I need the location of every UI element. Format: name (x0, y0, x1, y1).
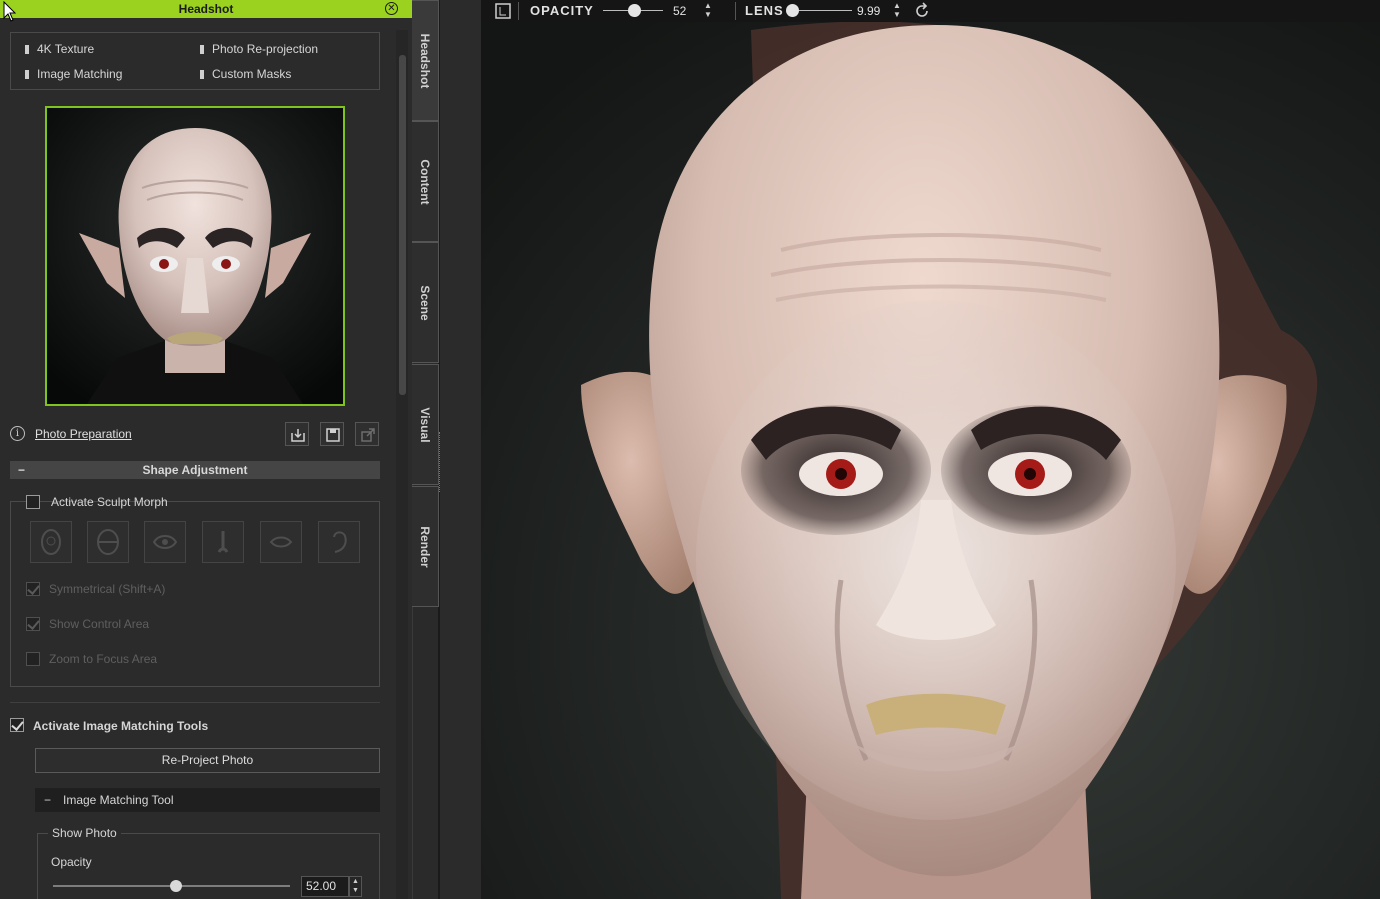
viewport-lens-label: LENS (745, 3, 784, 18)
feature-custom-masks: Custom Masks (200, 67, 291, 81)
character-thumbnail (47, 108, 343, 404)
3d-viewport[interactable] (481, 0, 1380, 899)
tab-label: Content (418, 158, 432, 205)
zoom-to-focus-checkbox[interactable] (26, 652, 40, 666)
mouth-icon (269, 536, 293, 548)
viewport-opacity-spinner-icon[interactable]: ▲ ▼ (704, 1, 712, 19)
feature-4k-texture: 4K Texture (25, 42, 94, 56)
viewport-opacity-value: 52 (673, 4, 687, 18)
close-icon[interactable]: ✕ (385, 2, 398, 15)
viewport-toolbar: OPACITY 52 ▲ ▼ LENS 9.99 ▲ ▼ (481, 0, 1380, 22)
show-control-area-label: Show Control Area (49, 617, 150, 631)
viewport-opacity-label: OPACITY (530, 3, 594, 18)
save-icon (326, 428, 340, 442)
symmetrical-checkbox[interactable] (26, 582, 40, 596)
viewport-mode-icon[interactable] (494, 2, 512, 20)
activate-image-matching-label: Activate Image Matching Tools (33, 719, 209, 733)
ear-icon (333, 531, 347, 553)
reproject-photo-button[interactable]: Re-Project Photo (35, 748, 380, 773)
feature-label: Custom Masks (212, 67, 292, 81)
show-photo-label: Show Photo (48, 826, 121, 840)
feature-list (10, 32, 380, 90)
viewport-lens-thumb[interactable] (786, 4, 799, 17)
activate-sculpt-morph-label: Activate Sculpt Morph (51, 495, 168, 509)
info-icon[interactable]: i (10, 426, 25, 441)
ear-morph-button[interactable] (318, 521, 360, 563)
toolbar-separator (735, 2, 736, 20)
load-photo-button[interactable] (285, 422, 309, 446)
bullet-icon (200, 70, 204, 79)
feature-label: Photo Re-projection (212, 42, 319, 56)
panel-titlebar: Headshot ✕ (0, 0, 412, 18)
tab-headshot[interactable]: Headshot (412, 0, 439, 121)
show-control-area-checkbox[interactable] (26, 617, 40, 631)
reset-icon[interactable] (913, 2, 931, 20)
tab-content[interactable]: Content (412, 121, 439, 242)
zoom-to-focus-label: Zoom to Focus Area (49, 652, 158, 666)
headshot-panel: Headshot ✕ 4K Texture Photo Re-projectio… (0, 0, 412, 899)
spinner-arrows-icon: ▲ ▼ (352, 878, 359, 894)
opacity-spinner[interactable]: ▲ ▼ (349, 876, 362, 897)
tab-label: Headshot (418, 33, 432, 88)
nose-icon (217, 531, 229, 553)
viewport-lens-spinner-icon[interactable]: ▲ ▼ (893, 1, 901, 19)
face-morph-button[interactable] (30, 521, 72, 563)
face-icon (41, 529, 61, 555)
tab-label: Render (418, 525, 432, 568)
tab-scene[interactable]: Scene (412, 242, 439, 363)
save-button[interactable] (320, 422, 344, 446)
load-photo-icon (291, 429, 305, 442)
opacity-input[interactable]: 52.00 (301, 876, 349, 897)
export-button[interactable] (355, 422, 379, 446)
feature-image-matching: Image Matching (25, 67, 122, 81)
tab-visual[interactable]: Visual (412, 364, 439, 485)
viewport-lens-track[interactable] (792, 10, 852, 11)
viewport-lens-value: 9.99 (857, 4, 881, 18)
toolbar-separator (518, 2, 519, 20)
character-head-render (481, 0, 1380, 899)
activate-sculpt-morph-checkbox[interactable] (26, 495, 40, 509)
collapse-icon[interactable]: − (44, 788, 51, 812)
image-matching-tool-header[interactable]: − Image Matching Tool (35, 788, 380, 812)
opacity-label: Opacity (51, 855, 92, 869)
shape-adjustment-header[interactable]: − Shape Adjustment (10, 461, 380, 479)
feature-label: 4K Texture (37, 42, 95, 56)
symmetrical-label: Symmetrical (Shift+A) (49, 582, 166, 596)
panel-title: Headshot (178, 2, 234, 16)
bullet-icon (25, 70, 29, 79)
mouse-cursor-icon (3, 1, 17, 22)
resize-grip[interactable] (439, 432, 442, 492)
viewport-opacity-thumb[interactable] (628, 4, 642, 17)
head-morph-button[interactable] (87, 521, 129, 563)
export-icon (361, 428, 375, 442)
activate-image-matching-checkbox[interactable] (10, 718, 24, 732)
eye-icon (152, 535, 178, 549)
tab-label: Visual (418, 406, 432, 443)
tab-label: Scene (418, 284, 432, 321)
feature-photo-reprojection: Photo Re-projection (200, 42, 318, 56)
feature-label: Image Matching (37, 67, 123, 81)
panel-gap (440, 0, 481, 899)
nose-morph-button[interactable] (202, 521, 244, 563)
tab-render[interactable]: Render (412, 486, 439, 607)
mouth-morph-button[interactable] (260, 521, 302, 563)
eye-morph-button[interactable] (144, 521, 186, 563)
panel-scrollbar-thumb[interactable] (399, 55, 406, 395)
photo-preparation-link[interactable]: Photo Preparation (35, 427, 132, 441)
image-matching-tool-title: Image Matching Tool (63, 793, 174, 807)
head-icon (97, 529, 119, 555)
bullet-icon (25, 45, 29, 54)
collapse-icon[interactable]: − (18, 461, 25, 479)
headshot-preview-image[interactable] (45, 106, 345, 406)
section-divider (10, 702, 380, 703)
section-title: Shape Adjustment (142, 463, 248, 477)
bullet-icon (200, 45, 204, 54)
